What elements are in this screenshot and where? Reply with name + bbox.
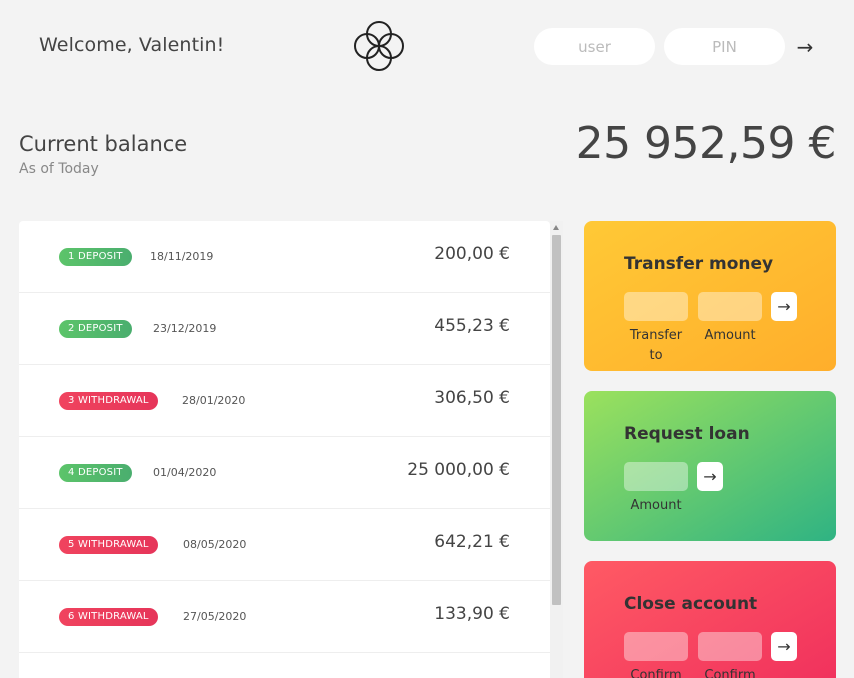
balance-value: 25 952,59 €: [575, 118, 837, 169]
movement-row: 3 WITHDRAWAL 28/01/2020 306,50 €: [19, 365, 550, 437]
login-button[interactable]: →: [795, 34, 815, 60]
transfer-title: Transfer money: [624, 254, 774, 274]
movement-value: 306,50 €: [434, 388, 510, 408]
login-user-input[interactable]: [534, 28, 655, 65]
movement-type-badge: 5 WITHDRAWAL: [59, 536, 158, 554]
movement-value: 200,00 €: [434, 244, 510, 264]
movement-value: 133,90 €: [434, 604, 510, 624]
movement-row: 1 DEPOSIT 18/11/2019 200,00 €: [19, 221, 550, 293]
movement-date: 08/05/2020: [183, 538, 247, 551]
movement-date: 28/01/2020: [182, 394, 246, 407]
movement-type-badge: 6 WITHDRAWAL: [59, 608, 158, 626]
movement-row: 4 DEPOSIT 01/04/2020 25 000,00 €: [19, 437, 550, 509]
movement-value: 455,23 €: [434, 316, 510, 336]
transfer-amount-input[interactable]: [698, 292, 762, 321]
movements-list: 1 DEPOSIT 18/11/2019 200,00 € 2 DEPOSIT …: [19, 221, 550, 678]
scroll-up-icon[interactable]: [553, 225, 559, 230]
movement-type-badge: 1 DEPOSIT: [59, 248, 132, 266]
scroll-thumb[interactable]: [552, 235, 561, 605]
close-user-label: Confirm user: [630, 668, 682, 678]
balance-label: Current balance: [19, 132, 188, 156]
movements-scrollbar[interactable]: [550, 221, 563, 678]
movement-value: 25 000,00 €: [407, 460, 510, 480]
welcome-message: Welcome, Valentin!: [39, 34, 225, 56]
movement-type-badge: 4 DEPOSIT: [59, 464, 132, 482]
movement-date: 23/12/2019: [153, 322, 217, 335]
loan-submit-button[interactable]: →: [697, 462, 723, 491]
close-user-input[interactable]: [624, 632, 688, 661]
movement-value: 642,21 €: [434, 532, 510, 552]
movement-row: 2 DEPOSIT 23/12/2019 455,23 €: [19, 293, 550, 365]
transfer-panel: Transfer money → Transfer to Amount: [584, 221, 836, 371]
close-panel: Close account → Confirm user Confirm PIN: [584, 561, 836, 678]
balance-date: As of Today: [19, 161, 99, 177]
movement-type-badge: 2 DEPOSIT: [59, 320, 132, 338]
transfer-to-input[interactable]: [624, 292, 688, 321]
logo-icon: [354, 21, 404, 71]
movement-row: 6 WITHDRAWAL 27/05/2020 133,90 €: [19, 581, 550, 653]
close-pin-input[interactable]: [698, 632, 762, 661]
movement-type-badge: 3 WITHDRAWAL: [59, 392, 158, 410]
transfer-to-label: Transfer to: [629, 328, 683, 363]
loan-title: Request loan: [624, 424, 750, 444]
close-pin-label: Confirm PIN: [704, 668, 756, 678]
close-submit-button[interactable]: →: [771, 632, 797, 661]
transfer-amount-label: Amount: [704, 328, 756, 343]
movement-date: 27/05/2020: [183, 610, 247, 623]
transfer-submit-button[interactable]: →: [771, 292, 797, 321]
movement-date: 18/11/2019: [150, 250, 214, 263]
movement-date: 01/04/2020: [153, 466, 217, 479]
movement-row: 5 WITHDRAWAL 08/05/2020 642,21 €: [19, 509, 550, 581]
login-pin-input[interactable]: [664, 28, 785, 65]
loan-panel: Request loan → Amount: [584, 391, 836, 541]
loan-amount-label: Amount: [630, 498, 682, 513]
loan-amount-input[interactable]: [624, 462, 688, 491]
close-title: Close account: [624, 594, 758, 614]
